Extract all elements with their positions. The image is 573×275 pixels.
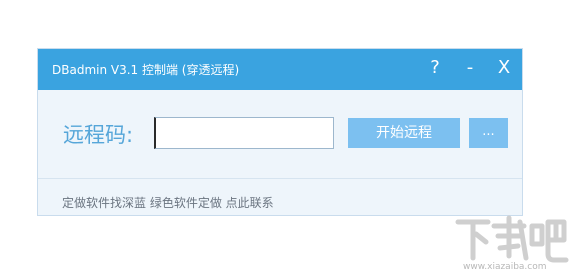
footer: 定做软件找深蓝 绿色软件定做 点此联系 — [62, 194, 274, 211]
contact-link[interactable]: 点此联系 — [226, 196, 274, 210]
remote-code-input[interactable] — [154, 117, 334, 149]
minimize-button[interactable]: - — [458, 55, 482, 81]
start-remote-button[interactable]: 开始远程 — [348, 118, 460, 148]
help-button[interactable]: ? — [423, 55, 447, 81]
title-bar[interactable]: DBadmin V3.1 控制端 (穿透远程) ? - X — [38, 49, 522, 90]
remote-code-label: 远程码: — [63, 123, 134, 147]
more-options-button[interactable]: ... — [469, 118, 508, 148]
dbadmin-window: DBadmin V3.1 控制端 (穿透远程) ? - X 远程码: 开始远程 … — [37, 48, 523, 216]
window-title: DBadmin V3.1 控制端 (穿透远程) — [52, 63, 240, 77]
screen: DBadmin V3.1 控制端 (穿透远程) ? - X 远程码: 开始远程 … — [0, 0, 573, 275]
footer-divider — [38, 178, 522, 179]
watermark-site-text: www.xiazaiba.com — [463, 262, 547, 272]
close-button[interactable]: X — [492, 55, 516, 81]
footer-text: 定做软件找深蓝 绿色软件定做 — [62, 196, 226, 210]
